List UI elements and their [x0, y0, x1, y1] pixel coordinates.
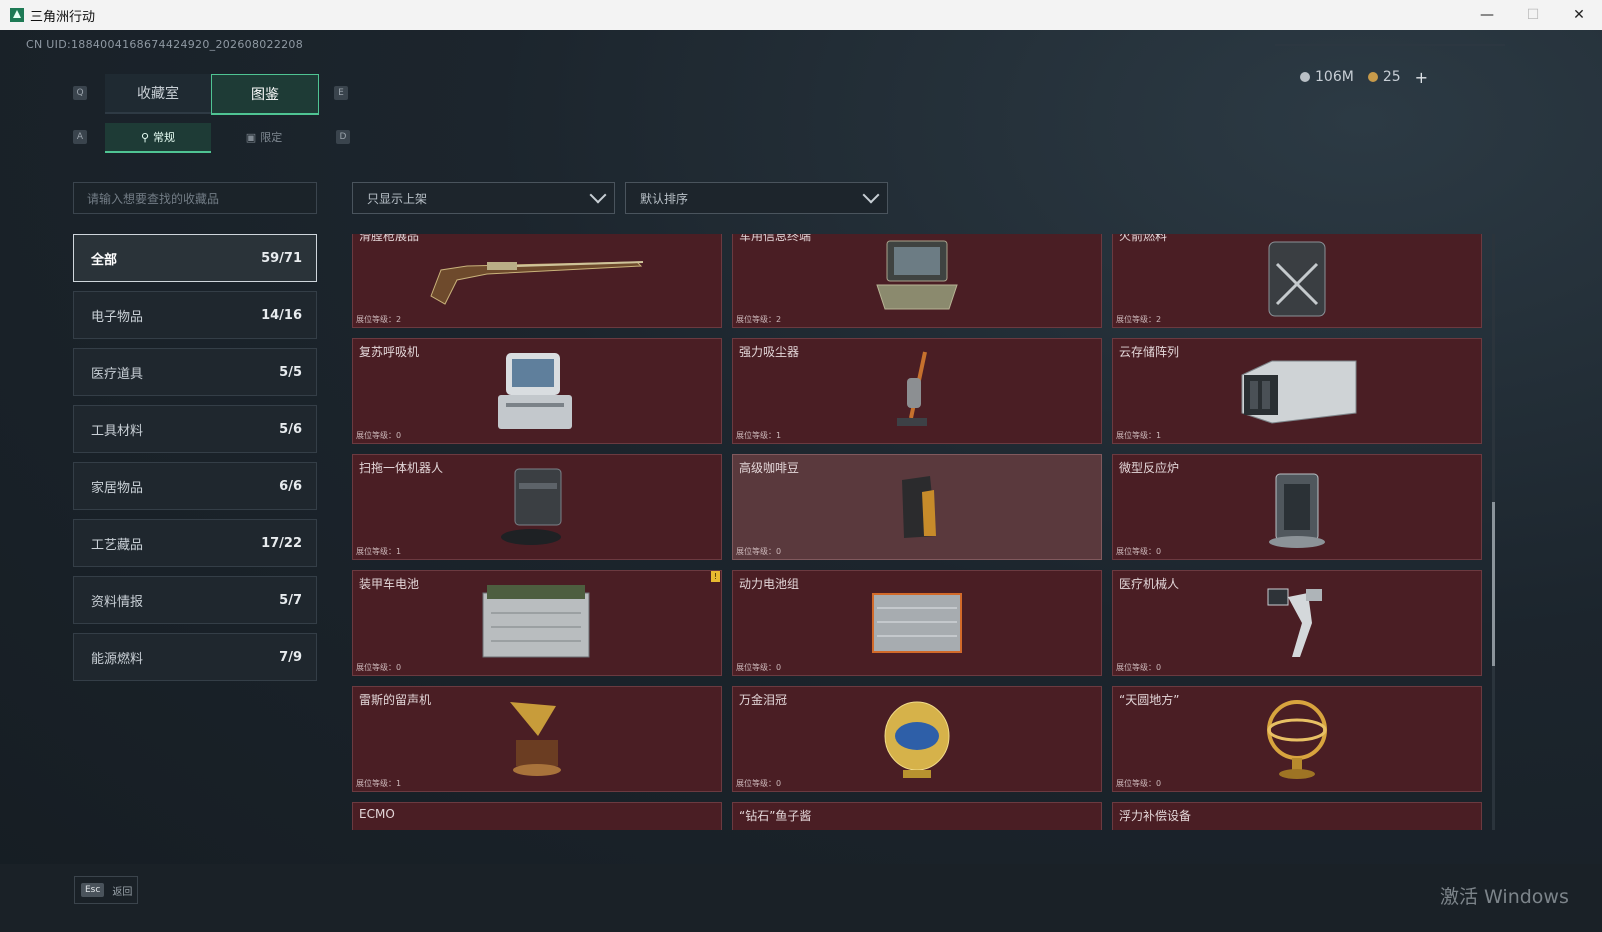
header-divider [1275, 44, 1505, 46]
key-hint-prev-sub: A [73, 130, 87, 144]
item-card[interactable]: 装甲车电池 ! 展位等级：0 [352, 570, 722, 676]
item-card[interactable]: 动力电池组 展位等级：0 [732, 570, 1102, 676]
item-card[interactable]: 高级咖啡豆 展位等级：0 [732, 454, 1102, 560]
category-crafts[interactable]: 工艺藏品 17/22 [73, 519, 317, 567]
tab-collection-room[interactable]: 收藏室 [105, 74, 211, 114]
scrollbar-thumb[interactable] [1492, 502, 1495, 666]
item-card[interactable]: 扫拖一体机器人 展位等级：1 [352, 454, 722, 560]
armillary-image [1267, 700, 1327, 779]
chevron-down-icon [589, 186, 607, 204]
item-card[interactable]: 云存储阵列 展位等级：1 [1112, 338, 1482, 444]
category-energy[interactable]: 能源燃料 7/9 [73, 633, 317, 681]
vacuum-image [897, 351, 927, 426]
gold-coin-icon [1367, 72, 1378, 82]
footer-bar [0, 864, 1602, 932]
item-card[interactable]: 浮力补偿设备 [1112, 802, 1482, 830]
tab-catalog[interactable]: 图鉴 [211, 74, 319, 115]
window-titlebar: 三角洲行动 — ☐ ✕ [0, 0, 1602, 30]
item-card[interactable]: 万金泪冠 展位等级：0 [732, 686, 1102, 792]
category-household[interactable]: 家居物品 6/6 [73, 462, 317, 510]
item-card[interactable]: 滑膛枪展品 展位等级：2 [352, 234, 722, 328]
minimize-icon[interactable]: — [1464, 0, 1510, 30]
item-card[interactable]: 复苏呼吸机 展位等级：0 [352, 338, 722, 444]
bcd-image [1267, 823, 1327, 830]
item-card[interactable]: 微型反应炉 展位等级：0 [1112, 454, 1482, 560]
coffee-bag-image [902, 476, 936, 538]
search-input[interactable]: 请输入想要查找的收藏品 [73, 182, 317, 214]
storage-array-image [1241, 360, 1357, 424]
item-card[interactable]: 火箭燃料 展位等级：2 [1112, 234, 1482, 328]
caviar-image [887, 823, 947, 830]
gramophone-image [510, 702, 561, 776]
esc-key-hint: Esc [81, 883, 105, 897]
silver-coin-icon [1300, 72, 1310, 82]
close-icon[interactable]: ✕ [1556, 0, 1602, 30]
maximize-icon[interactable]: ☐ [1510, 0, 1556, 30]
ecmo-image [507, 823, 567, 830]
item-card[interactable]: “天圆地方” 展位等级：0 [1112, 686, 1482, 792]
item-card[interactable]: “钻石”鱼子酱 [732, 802, 1102, 830]
category-all[interactable]: 全部 59/71 [73, 234, 317, 282]
tab-regular[interactable]: ⚲ 常规 [105, 123, 211, 153]
gold-balance: 25 [1367, 69, 1401, 85]
category-medical[interactable]: 医疗道具 5/5 [73, 348, 317, 396]
category-intel[interactable]: 资料情报 5/7 [73, 576, 317, 624]
item-card[interactable]: 强力吸尘器 展位等级：1 [732, 338, 1102, 444]
category-tools[interactable]: 工具材料 5/6 [73, 405, 317, 453]
item-card[interactable]: ECMO [352, 802, 722, 830]
key-hint-next-sub: D [336, 130, 350, 144]
reactor-image [1269, 473, 1325, 548]
battery-pack-image [872, 593, 962, 653]
currency-bar: 106M 25 + [1300, 65, 1540, 89]
add-currency-button[interactable]: + [1415, 68, 1428, 87]
silver-balance: 106M [1300, 69, 1354, 85]
item-card[interactable]: 军用信息终端 展位等级：2 [732, 234, 1102, 328]
ventilator-image [498, 353, 572, 429]
back-button[interactable]: Esc 返回 [74, 876, 138, 904]
item-grid[interactable]: 滑膛枪展品 展位等级：2 军用信息终端 展位等级：2 火箭燃料 展位等级：2 复… [352, 234, 1486, 830]
image-icon: ▣ [245, 130, 257, 144]
flask-icon: ⚲ [140, 130, 150, 144]
shelf-filter-dropdown[interactable]: 只显示上架 [352, 182, 615, 214]
sort-dropdown[interactable]: 默认排序 [625, 182, 888, 214]
item-card[interactable]: 医疗机械人 展位等级：0 [1112, 570, 1482, 676]
item-card[interactable]: 雷斯的留声机 展位等级：1 [352, 686, 722, 792]
jeweled-egg-image [884, 701, 950, 778]
player-uid: CN UID:1884004168674424920_202608022208 [26, 38, 304, 51]
fuel-can-image [1268, 241, 1326, 317]
app-logo-icon [10, 8, 24, 22]
windows-activation-watermark: 激活 Windows [1440, 886, 1569, 908]
category-electronics[interactable]: 电子物品 14/16 [73, 291, 317, 339]
window-title: 三角洲行动 [30, 9, 96, 25]
tab-limited[interactable]: ▣ 限定 [211, 123, 317, 151]
battery-image [482, 585, 590, 658]
robot-vacuum-image [501, 468, 562, 545]
key-hint-next-main: E [334, 86, 348, 100]
game-viewport: CN UID:1884004168674424920_202608022208 … [0, 30, 1602, 932]
terminal-image [876, 240, 958, 310]
medical-robot-image [1267, 588, 1322, 657]
key-hint-prev-main: Q [73, 86, 87, 100]
rifle-image [430, 261, 644, 305]
chevron-down-icon [862, 186, 880, 204]
warning-icon: ! [711, 571, 720, 582]
